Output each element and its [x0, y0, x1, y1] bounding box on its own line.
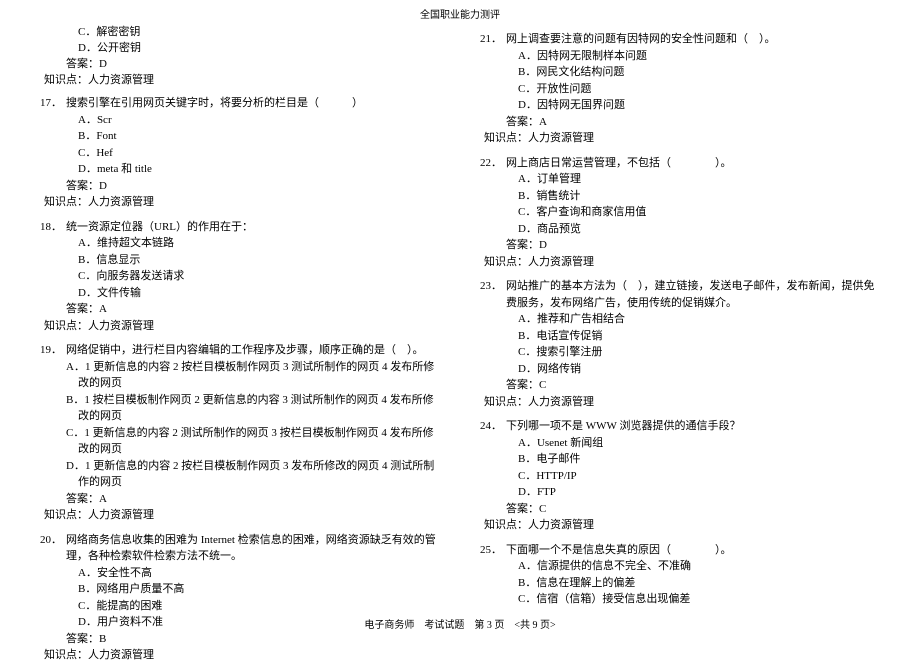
option-a: A．维持超文本链路 — [40, 235, 440, 252]
knowledge-point: 知识点：人力资源管理 — [40, 71, 440, 87]
stem-text: 网站推广的基本方法为（ ），建立链接，发送电子邮件，发布新闻，提供免费服务，发布… — [506, 280, 875, 309]
question-number: 18． — [40, 219, 62, 236]
option-d: D．文件传输 — [40, 285, 440, 302]
answer-line: 答案：D — [40, 178, 440, 195]
question-19: 19． 网络促销中，进行栏目内容编辑的工作程序及步骤，顺序正确的是（ ）。 A．1… — [40, 342, 440, 524]
option-d: D．1 更新信息的内容 2 按栏目模板制作网页 3 发布所修改的网页 4 测试所… — [40, 458, 440, 491]
right-column: 21． 网上调查要注意的问题有因特网的安全性问题和（ ）。 A．因特网无限制样本问… — [460, 23, 900, 664]
answer-line: 答案：C — [480, 377, 880, 394]
question-number: 22． — [480, 155, 502, 172]
option-b: B．信息在理解上的偏差 — [480, 575, 880, 592]
question-stem: 21． 网上调查要注意的问题有因特网的安全性问题和（ ）。 — [480, 31, 880, 48]
question-number: 24． — [480, 418, 502, 435]
option-c: C．向服务器发送请求 — [40, 268, 440, 285]
option-b: B．网民文化结构问题 — [480, 64, 880, 81]
knowledge-point: 知识点：人力资源管理 — [480, 517, 880, 534]
page-footer: 电子商务师 考试试题 第 3 页 <共 9 页> — [0, 616, 920, 631]
question-23: 23．网站推广的基本方法为（ ），建立链接，发送电子邮件，发布新闻，提供免费服务… — [480, 278, 880, 410]
question-stem: 18． 统一资源定位器（URL）的作用在于： — [40, 219, 440, 236]
option-c: C．能提高的困难 — [40, 598, 440, 615]
option-a: A．Scr — [40, 112, 440, 129]
question-22: 22． 网上商店日常运营管理，不包括（ ）。 A．订单管理 B．销售统计 C．客户… — [480, 155, 880, 271]
stem-text: 网上调查要注意的问题有因特网的安全性问题和（ ）。 — [506, 33, 776, 45]
option-d: D．网络传销 — [480, 361, 880, 378]
question-stem: 22． 网上商店日常运营管理，不包括（ ）。 — [480, 155, 880, 172]
option-d: D．FTP — [480, 484, 880, 501]
answer-line: 答案：A — [40, 491, 440, 508]
question-number: 20． — [40, 532, 62, 549]
partial-question-top: C．解密密钥 D．公开密钥 答案：D 知识点：人力资源管理 — [40, 23, 440, 87]
option-c: C．解密密钥 — [40, 23, 440, 39]
stem-text: 下列哪一项不是 WWW 浏览器提供的通信手段？ — [506, 420, 740, 432]
answer-line: 答案：D — [480, 237, 880, 254]
question-stem: 19． 网络促销中，进行栏目内容编辑的工作程序及步骤，顺序正确的是（ ）。 — [40, 342, 440, 359]
question-25: 25． 下面哪一个不是信息失真的原因（ ）。 A．信源提供的信息不完全、不准确 B… — [480, 542, 880, 608]
option-d: D．公开密钥 — [40, 39, 440, 55]
option-c: C．搜索引擎注册 — [480, 344, 880, 361]
question-24: 24．下列哪一项不是 WWW 浏览器提供的通信手段？ A．Usenet 新闻组 … — [480, 418, 880, 534]
question-number: 23． — [480, 278, 502, 295]
stem-text: 下面哪一个不是信息失真的原因（ ）。 — [506, 544, 732, 556]
option-d: D．因特网无国界问题 — [480, 97, 880, 114]
question-number: 19． — [40, 342, 62, 359]
stem-text: 网络促销中，进行栏目内容编辑的工作程序及步骤，顺序正确的是（ ）。 — [66, 344, 424, 356]
option-b: B．销售统计 — [480, 188, 880, 205]
option-c: C．客户查询和商家信用值 — [480, 204, 880, 221]
option-a: A．因特网无限制样本问题 — [480, 48, 880, 65]
answer-line: 答案：D — [40, 55, 440, 71]
knowledge-point: 知识点：人力资源管理 — [480, 254, 880, 271]
option-d: D．商品预览 — [480, 221, 880, 238]
question-stem: 17． 搜索引擎在引用网页关键字时，将要分析的栏目是（ ） — [40, 95, 440, 112]
option-a: A．推荐和广告相结合 — [480, 311, 880, 328]
option-b: B．信息显示 — [40, 252, 440, 269]
knowledge-point: 知识点：人力资源管理 — [40, 318, 440, 335]
option-b: B．1 按栏目模板制作网页 2 更新信息的内容 3 测试所制作的网页 4 发布所… — [40, 392, 440, 425]
question-stem: 20．网络商务信息收集的困难为 Internet 检索信息的困难，网络资源缺乏有… — [40, 532, 440, 565]
content-columns: C．解密密钥 D．公开密钥 答案：D 知识点：人力资源管理 17． 搜索引擎在引用… — [0, 23, 920, 664]
knowledge-point: 知识点：人力资源管理 — [40, 647, 440, 664]
question-21: 21． 网上调查要注意的问题有因特网的安全性问题和（ ）。 A．因特网无限制样本问… — [480, 31, 880, 147]
option-b: B．Font — [40, 128, 440, 145]
answer-line: 答案：A — [40, 301, 440, 318]
stem-text: 网络商务信息收集的困难为 Internet 检索信息的困难，网络资源缺乏有效的管… — [66, 534, 436, 563]
question-20: 20．网络商务信息收集的困难为 Internet 检索信息的困难，网络资源缺乏有… — [40, 532, 440, 664]
left-column: C．解密密钥 D．公开密钥 答案：D 知识点：人力资源管理 17． 搜索引擎在引用… — [20, 23, 460, 664]
option-a: A．信源提供的信息不完全、不准确 — [480, 558, 880, 575]
question-stem: 24． 下列哪一项不是 WWW 浏览器提供的通信手段？ — [480, 418, 880, 435]
question-number: 25． — [480, 542, 502, 559]
question-number: 17． — [40, 95, 62, 112]
option-c: C．信宿（信箱）接受信息出现偏差 — [480, 591, 880, 608]
question-stem: 25． 下面哪一个不是信息失真的原因（ ）。 — [480, 542, 880, 559]
option-a: A．订单管理 — [480, 171, 880, 188]
option-c: C．Hef — [40, 145, 440, 162]
option-a: A．安全性不高 — [40, 565, 440, 582]
answer-line: 答案：B — [40, 631, 440, 648]
option-b: B．电话宣传促销 — [480, 328, 880, 345]
knowledge-point: 知识点：人力资源管理 — [40, 507, 440, 524]
stem-text: 网上商店日常运营管理，不包括（ ）。 — [506, 157, 732, 169]
question-stem: 23．网站推广的基本方法为（ ），建立链接，发送电子邮件，发布新闻，提供免费服务… — [480, 278, 880, 311]
question-18: 18． 统一资源定位器（URL）的作用在于： A．维持超文本链路 B．信息显示 C… — [40, 219, 440, 335]
option-a: A．1 更新信息的内容 2 按栏目模板制作网页 3 测试所制作的网页 4 发布所… — [40, 359, 440, 392]
page-header: 全国职业能力测评 — [0, 0, 920, 23]
stem-text: 搜索引擎在引用网页关键字时，将要分析的栏目是（ ） — [66, 97, 363, 109]
option-b: B．网络用户质量不高 — [40, 581, 440, 598]
answer-line: 答案：A — [480, 114, 880, 131]
answer-line: 答案：C — [480, 501, 880, 518]
knowledge-point: 知识点：人力资源管理 — [480, 130, 880, 147]
knowledge-point: 知识点：人力资源管理 — [480, 394, 880, 411]
option-a: A．Usenet 新闻组 — [480, 435, 880, 452]
question-number: 21． — [480, 31, 502, 48]
option-c: C．HTTP/IP — [480, 468, 880, 485]
knowledge-point: 知识点：人力资源管理 — [40, 194, 440, 211]
option-b: B．电子邮件 — [480, 451, 880, 468]
stem-text: 统一资源定位器（URL）的作用在于： — [66, 221, 253, 233]
option-c: C．开放性问题 — [480, 81, 880, 98]
option-d: D．meta 和 title — [40, 161, 440, 178]
question-17: 17． 搜索引擎在引用网页关键字时，将要分析的栏目是（ ） A．Scr B．Fon… — [40, 95, 440, 211]
option-c: C．1 更新信息的内容 2 测试所制作的网页 3 按栏目模板制作网页 4 发布所… — [40, 425, 440, 458]
